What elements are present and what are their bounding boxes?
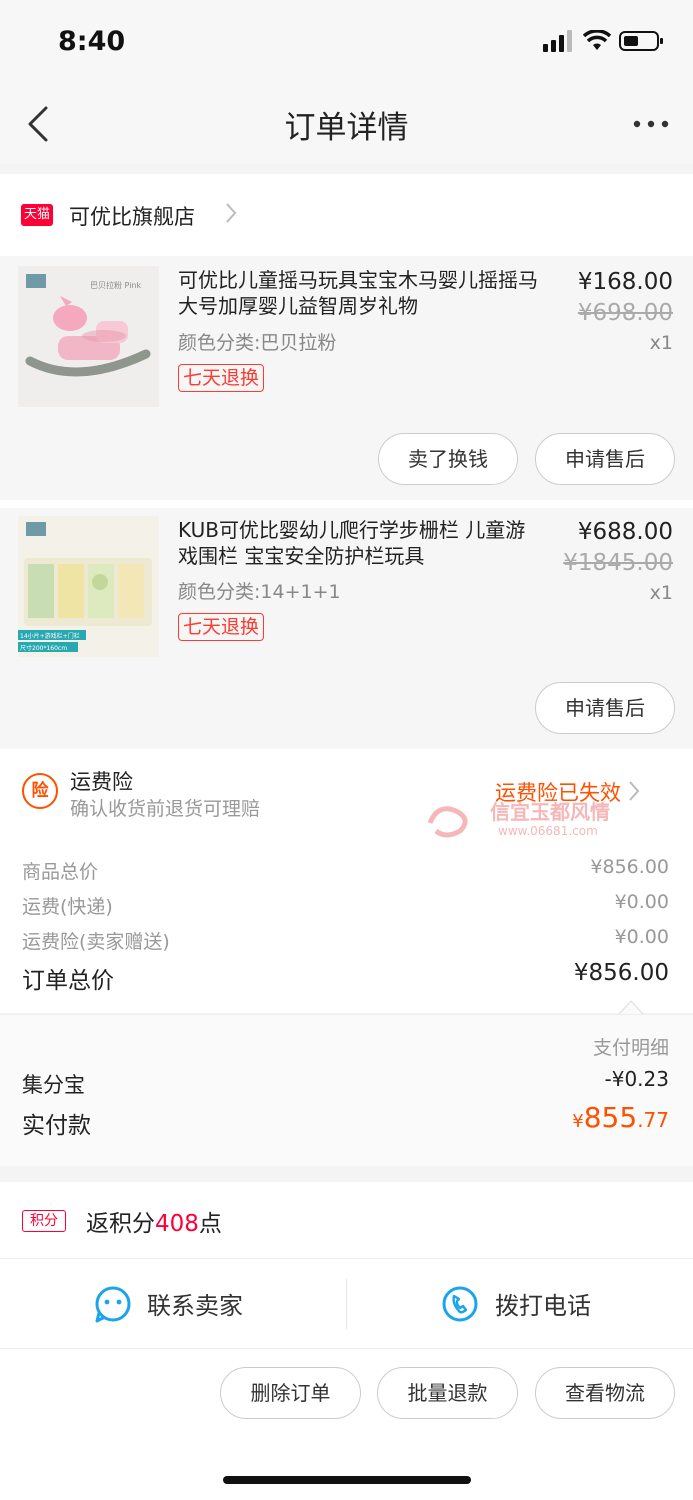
- jifenbao-value: -¥0.23: [604, 1067, 669, 1091]
- order-total-label: 订单总价: [22, 968, 114, 994]
- after-sales-button[interactable]: 申请售后: [535, 682, 675, 734]
- points-row: 积分 返积分408点: [0, 1182, 693, 1258]
- insurance-description: 确认收货前退货可理赔: [70, 798, 261, 820]
- tmall-badge: 天猫: [21, 204, 53, 226]
- order-item: 巴贝拉粉 Pink 可优比儿童摇马玩具宝宝木马婴儿摇摇马大号加厚婴儿益智周岁礼物…: [0, 256, 693, 500]
- system-icons: [543, 30, 665, 52]
- contact-bar: 联系卖家 拨打电话: [0, 1258, 693, 1348]
- paid-decimal: .77: [637, 1108, 669, 1132]
- goods-total-label: 商品总价: [22, 861, 99, 883]
- caret-up-icon: [618, 1000, 644, 1014]
- paid-amount-value: ¥855.77: [572, 1101, 669, 1134]
- item-image-playpen[interactable]: 14小片+游戏栏+门栏 尺寸200*160cm: [18, 516, 159, 657]
- page-title: 订单详情: [284, 110, 409, 146]
- return-policy-tag: 七天退换: [178, 364, 265, 392]
- order-item: 14小片+游戏栏+门栏 尺寸200*160cm KUB可优比婴幼儿爬行学步栅栏 …: [0, 500, 693, 749]
- goods-total-value: ¥856.00: [590, 856, 669, 878]
- item-sku: 颜色分类:巴贝拉粉: [178, 332, 337, 354]
- insurance-icon: 险: [22, 773, 58, 809]
- insurance-title: 运费险: [70, 770, 133, 794]
- nav-bar: 订单详情: [0, 88, 693, 164]
- jifenbao-label: 集分宝: [22, 1073, 85, 1097]
- shipping-fee-value: ¥0.00: [614, 891, 669, 913]
- item-image-rocking-horse[interactable]: 巴贝拉粉 Pink: [18, 266, 159, 407]
- payment-details: 支付明细 集分宝 -¥0.23 实付款 ¥855.77: [0, 1014, 693, 1166]
- paid-integer: 855: [583, 1101, 638, 1134]
- watermark-logo: 信宜玉都风情 www.06681.com: [427, 800, 610, 838]
- call-phone-label: 拨打电话: [495, 1292, 591, 1320]
- points-number: 408: [155, 1211, 199, 1237]
- call-phone-button[interactable]: 拨打电话: [347, 1259, 693, 1349]
- watermark-url: www.06681.com: [498, 824, 598, 838]
- item-quantity: x1: [649, 332, 673, 354]
- insurance-fee-value: ¥0.00: [614, 926, 669, 948]
- contact-seller-button[interactable]: 联系卖家: [0, 1259, 346, 1349]
- item-original-price: ¥1845.00: [563, 550, 673, 576]
- playpen-image: 14小片+游戏栏+门栏 尺寸200*160cm: [18, 516, 159, 657]
- points-text: 返积分408点: [86, 1204, 222, 1238]
- signal-icon: [543, 30, 572, 52]
- phone-icon: [442, 1286, 478, 1322]
- status-bar: 8:40: [0, 0, 693, 88]
- thumb-label: 巴贝拉粉 Pink: [90, 280, 141, 290]
- thumb-label: 尺寸200*160cm: [20, 644, 67, 652]
- battery-icon: [619, 31, 663, 51]
- more-icon[interactable]: [631, 102, 671, 146]
- payment-detail-link[interactable]: 支付明细: [593, 1033, 669, 1060]
- price-summary: 商品总价 ¥856.00 运费(快递) ¥0.00 运费险(卖家赠送) ¥0.0…: [0, 843, 693, 1014]
- item-title[interactable]: KUB可优比婴幼儿爬行学步栅栏 儿童游戏围栏 宝宝安全防护栏玩具: [178, 517, 540, 569]
- shipping-fee-label: 运费(快递): [22, 896, 113, 918]
- return-policy-tag: 七天退换: [178, 613, 265, 641]
- batch-refund-button[interactable]: 批量退款: [377, 1367, 518, 1419]
- item-price: ¥688.00: [577, 519, 673, 545]
- shop-name[interactable]: 可优比旗舰店: [69, 201, 195, 231]
- item-sku: 颜色分类:14+1+1: [178, 581, 341, 603]
- thumb-label: 14小片+游戏栏+门栏: [20, 632, 80, 640]
- home-indicator[interactable]: [223, 1476, 471, 1484]
- delete-order-button[interactable]: 删除订单: [220, 1367, 361, 1419]
- item-quantity: x1: [649, 582, 673, 604]
- paid-amount-label: 实付款: [22, 1113, 91, 1139]
- shop-row[interactable]: 天猫 可优比旗舰店: [0, 174, 693, 256]
- after-sales-button[interactable]: 申请售后: [535, 433, 675, 485]
- view-logistics-button[interactable]: 查看物流: [535, 1367, 675, 1419]
- resell-button[interactable]: 卖了换钱: [378, 433, 518, 485]
- chat-icon: [95, 1286, 131, 1323]
- paid-currency: ¥: [572, 1111, 584, 1132]
- item-price: ¥168.00: [577, 269, 673, 295]
- insurance-fee-label: 运费险(卖家赠送): [22, 931, 170, 953]
- watermark-title: 信宜玉都风情: [490, 800, 610, 824]
- item-title[interactable]: 可优比儿童摇马玩具宝宝木马婴儿摇摇马大号加厚婴儿益智周岁礼物: [178, 267, 540, 319]
- points-suffix: 点: [198, 1211, 222, 1237]
- order-total-value: ¥856.00: [573, 960, 669, 986]
- contact-seller-label: 联系卖家: [147, 1292, 243, 1320]
- points-prefix: 返积分: [86, 1211, 155, 1237]
- points-badge: 积分: [22, 1210, 66, 1232]
- chevron-right-icon: [226, 203, 237, 223]
- rocking-horse-image: 巴贝拉粉 Pink: [18, 266, 159, 407]
- status-time: 8:40: [58, 26, 126, 57]
- item-original-price: ¥698.00: [577, 300, 673, 326]
- wifi-icon: [583, 30, 611, 50]
